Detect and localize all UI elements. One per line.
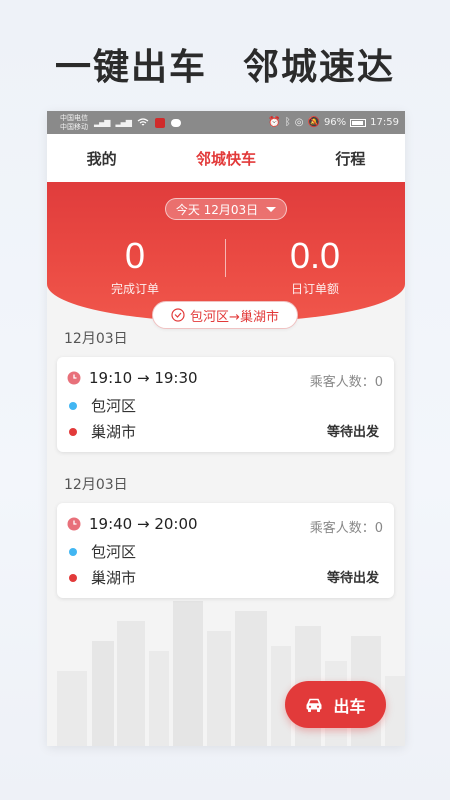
order-status: 等待出发	[326, 425, 379, 440]
route-label: 包河区→巢湖市	[190, 309, 279, 325]
headline-part2: 邻城速达	[243, 47, 396, 88]
completed-orders-stat: 0 完成订单	[75, 234, 195, 297]
destination-dot-icon	[69, 573, 77, 582]
date-selector[interactable]: 今天 12月03日	[165, 198, 287, 220]
app-notification-icon	[154, 117, 165, 128]
origin-stop: 包河区	[69, 541, 136, 562]
signal-icon: ▂▄▆	[94, 118, 111, 127]
depart-button-label: 出车	[333, 696, 366, 716]
car-icon	[306, 698, 322, 712]
wifi-icon	[137, 118, 149, 126]
order-time: 19:10 → 19:30	[89, 369, 198, 387]
tab-trips[interactable]: 行程	[335, 148, 365, 169]
clock-icon	[67, 517, 81, 531]
order-date-heading: 12月03日	[64, 477, 128, 493]
headline-part1: 一键出车	[54, 47, 207, 88]
location-icon: ◎	[294, 117, 304, 128]
status-bar: 中国电信 中国移动 ▂▄▆ ▂▄▆ ⏰ ᛒ ◎ 🔕 96% 17:59	[47, 111, 405, 134]
check-circle-icon	[171, 308, 185, 322]
promo-headline: 一键出车 邻城速达	[0, 38, 450, 90]
order-status: 等待出发	[326, 571, 379, 586]
order-time: 19:40 → 20:00	[89, 515, 198, 533]
signal-icon-2: ▂▄▆	[115, 118, 132, 127]
order-card[interactable]: 19:40 → 20:00 乘客人数：0 包河区 巢湖市 等待出发	[57, 503, 394, 598]
daily-amount-label: 日订单额	[290, 282, 339, 296]
completed-orders-label: 完成订单	[110, 282, 159, 296]
origin-label: 包河区	[91, 543, 137, 561]
date-selector-label: 今天 12月03日	[175, 202, 259, 217]
battery-icon	[350, 118, 367, 127]
origin-stop: 包河区	[69, 395, 136, 416]
bluetooth-icon: ᛒ	[284, 117, 291, 128]
destination-label: 巢湖市	[91, 423, 137, 441]
chevron-down-icon	[266, 206, 277, 212]
destination-dot-icon	[69, 427, 77, 436]
carrier-labels: 中国电信 中国移动	[60, 114, 88, 132]
carrier-2: 中国移动	[60, 122, 88, 131]
order-date-heading: 12月03日	[64, 331, 128, 347]
passenger-count: 乘客人数：0	[309, 375, 383, 390]
completed-orders-value: 0	[124, 235, 146, 276]
destination-stop: 巢湖市	[69, 421, 136, 442]
daily-amount-value: 0.0	[289, 235, 341, 276]
passenger-count: 乘客人数：0	[309, 521, 383, 536]
phone-screen: 中国电信 中国移动 ▂▄▆ ▂▄▆ ⏰ ᛒ ◎ 🔕 96% 17:59 我的 邻…	[47, 111, 405, 746]
battery-level: 96%	[323, 117, 347, 128]
clock-time: 17:59	[370, 117, 399, 128]
alarm-icon: ⏰	[268, 117, 281, 128]
message-icon	[170, 118, 181, 127]
origin-dot-icon	[69, 547, 77, 556]
destination-label: 巢湖市	[91, 569, 137, 587]
clock-icon	[67, 371, 81, 385]
daily-amount-stat: 0.0 日订单额	[255, 234, 375, 297]
destination-stop: 巢湖市	[69, 567, 136, 588]
tab-intercity-express[interactable]: 邻城快车	[196, 148, 256, 169]
origin-dot-icon	[69, 401, 77, 410]
mute-icon: 🔕	[307, 117, 320, 128]
carrier-1: 中国电信	[60, 113, 88, 122]
origin-label: 包河区	[91, 397, 137, 415]
depart-button[interactable]: 出车	[285, 681, 386, 728]
tab-mine[interactable]: 我的	[87, 148, 117, 169]
route-selector[interactable]: 包河区→巢湖市	[152, 301, 298, 329]
stat-divider	[225, 239, 226, 277]
top-tabs: 我的 邻城快车 行程	[47, 134, 405, 182]
order-card[interactable]: 19:10 → 19:30 乘客人数：0 包河区 巢湖市 等待出发	[57, 357, 394, 452]
